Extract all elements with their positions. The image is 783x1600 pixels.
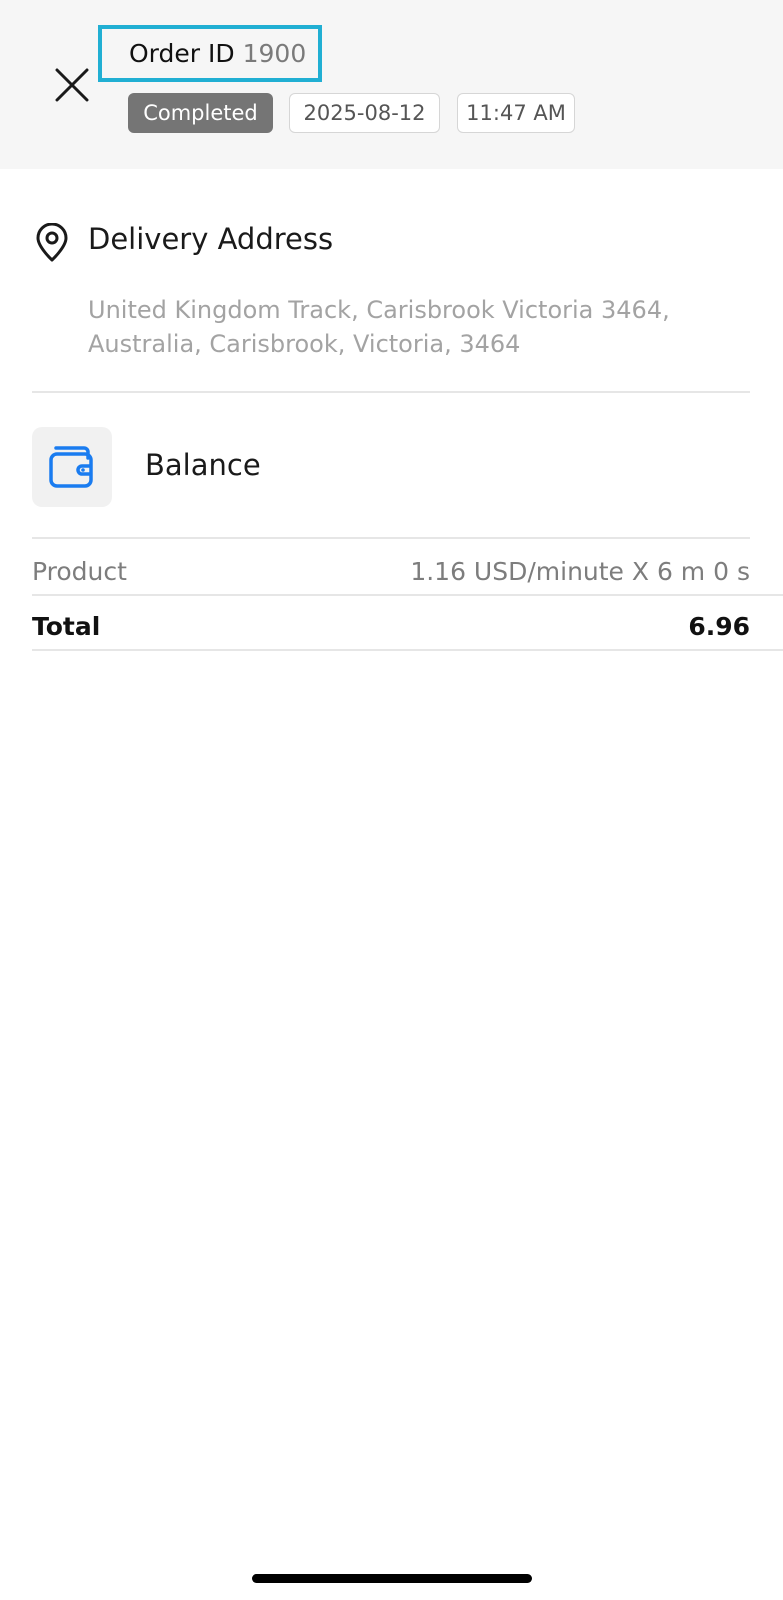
payment-method-label: Balance xyxy=(145,448,261,482)
wallet-icon xyxy=(49,446,93,488)
total-row: Total 6.96 xyxy=(32,605,750,647)
order-id-value: 1900 xyxy=(242,39,307,68)
order-id-title: Order ID 1900 xyxy=(98,25,322,82)
product-label: Product xyxy=(32,556,127,586)
section-divider xyxy=(32,391,750,393)
total-label: Total xyxy=(32,611,101,641)
section-divider xyxy=(32,537,750,539)
payment-method-icon-box xyxy=(32,427,112,507)
order-id-label: Order ID xyxy=(129,39,235,68)
product-row: Product 1.16 USD/minute X 6 m 0 s xyxy=(32,550,750,592)
order-date-badge: 2025-08-12 xyxy=(289,93,440,133)
order-time-badge: 11:47 AM xyxy=(457,93,575,133)
delivery-address-text: United Kingdom Track, Carisbrook Victori… xyxy=(88,296,670,358)
status-badge: Completed xyxy=(128,93,273,133)
close-button[interactable] xyxy=(50,63,94,107)
close-icon xyxy=(55,68,89,102)
product-value: 1.16 USD/minute X 6 m 0 s xyxy=(410,556,750,586)
location-pin-icon xyxy=(34,222,70,263)
home-indicator[interactable] xyxy=(252,1574,532,1583)
delivery-address-title: Delivery Address xyxy=(88,222,334,256)
row-divider xyxy=(32,649,783,651)
order-header: Order ID 1900 Completed 2025-08-12 11:47… xyxy=(0,0,783,169)
row-divider xyxy=(32,594,783,596)
total-value: 6.96 xyxy=(688,611,750,641)
